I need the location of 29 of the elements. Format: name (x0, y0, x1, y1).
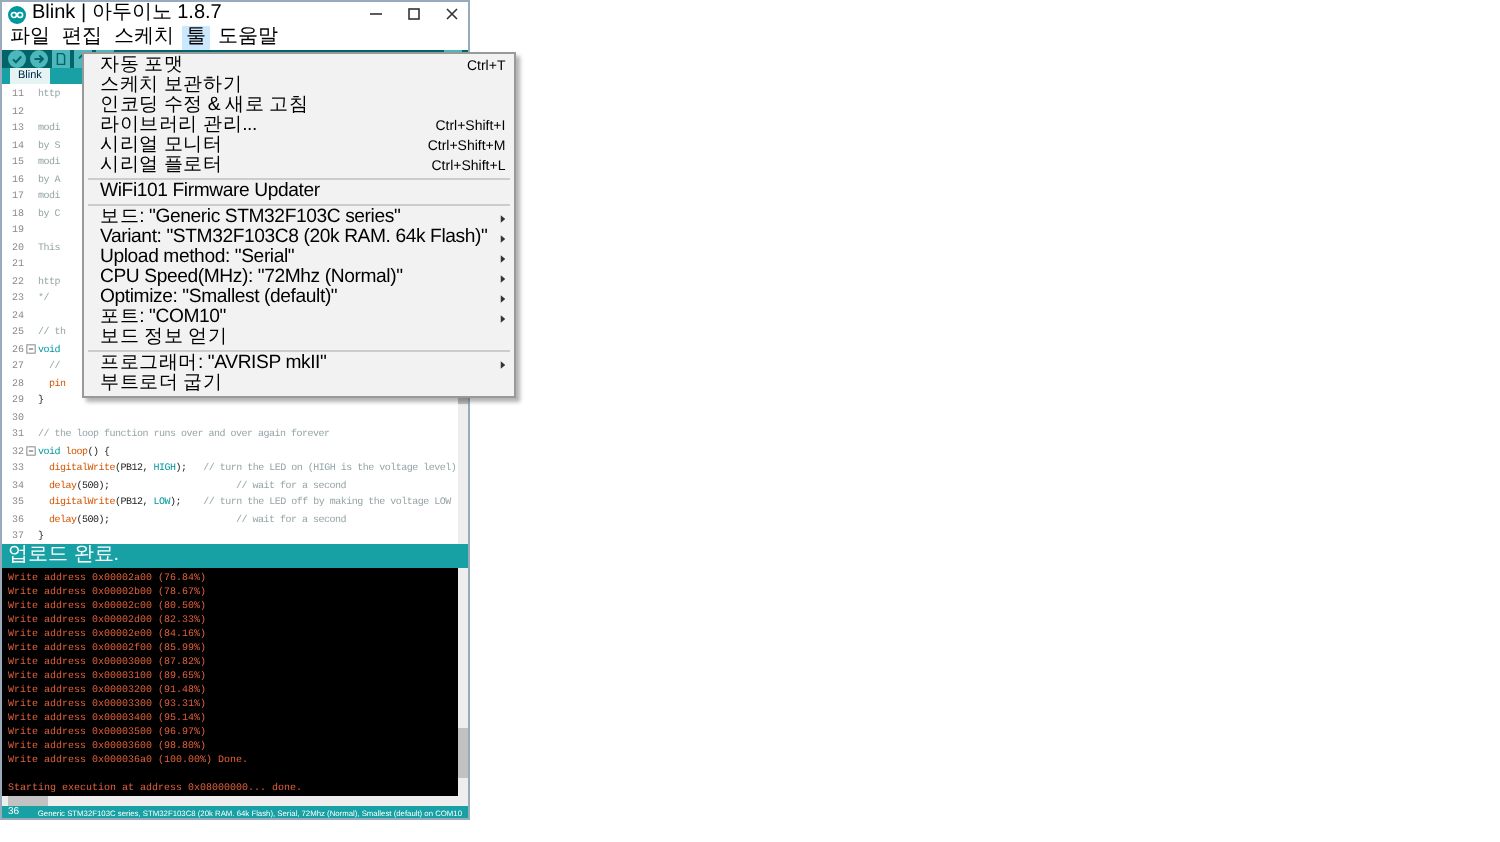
menu-item[interactable]: 보드: "Generic STM32F103C series" (84, 208, 514, 228)
menu-item[interactable]: Variant: "STM32F103C8 (20k RAM. 64k Flash)" (84, 228, 514, 248)
menu-bar-item[interactable]: 툴 (182, 26, 210, 50)
menu-item[interactable]: 인코딩 수정 & 새로 고침 (84, 96, 514, 116)
menu-bar-item[interactable]: 도움말 (214, 26, 282, 50)
fold-icon[interactable] (26, 344, 36, 355)
scrollbar[interactable] (458, 568, 468, 796)
menu-item[interactable]: 보드 정보 얻기 (84, 328, 514, 348)
menu-bar-item[interactable]: 편집 (58, 26, 106, 50)
window-title: Blink | 아두이노 1.8.7 (32, 2, 224, 26)
menu-bar-item[interactable]: 파일 (6, 26, 54, 50)
menu-item[interactable]: 프로그래머: "AVRISP mkII" (84, 354, 514, 374)
upload-icon[interactable] (30, 50, 48, 68)
menu-item[interactable]: 부트로더 굽기 (84, 374, 514, 394)
fold-icon[interactable] (26, 446, 36, 457)
new-file-icon[interactable] (52, 50, 70, 68)
console-status: 업로드 완료. (8, 544, 120, 568)
menu-bar-item[interactable]: 스케치 (110, 26, 178, 50)
submenu-arrow-icon (499, 359, 506, 369)
maximize-icon[interactable] (404, 4, 424, 24)
scrollbar[interactable] (2, 796, 468, 806)
menu-item[interactable]: 스케치 보관하기 (84, 76, 514, 96)
menu-item[interactable]: CPU Speed(MHz): "72Mhz (Normal)" (84, 268, 514, 288)
menu-item[interactable]: WiFi101 Firmware Updater (84, 182, 514, 202)
menu-item[interactable]: 포트: "COM10" (84, 308, 514, 328)
menu-item[interactable]: Upload method: "Serial" (84, 248, 514, 268)
close-icon[interactable] (442, 4, 462, 24)
menu-item[interactable]: Optimize: "Smallest (default)" (84, 288, 514, 308)
verify-icon[interactable] (8, 50, 26, 68)
